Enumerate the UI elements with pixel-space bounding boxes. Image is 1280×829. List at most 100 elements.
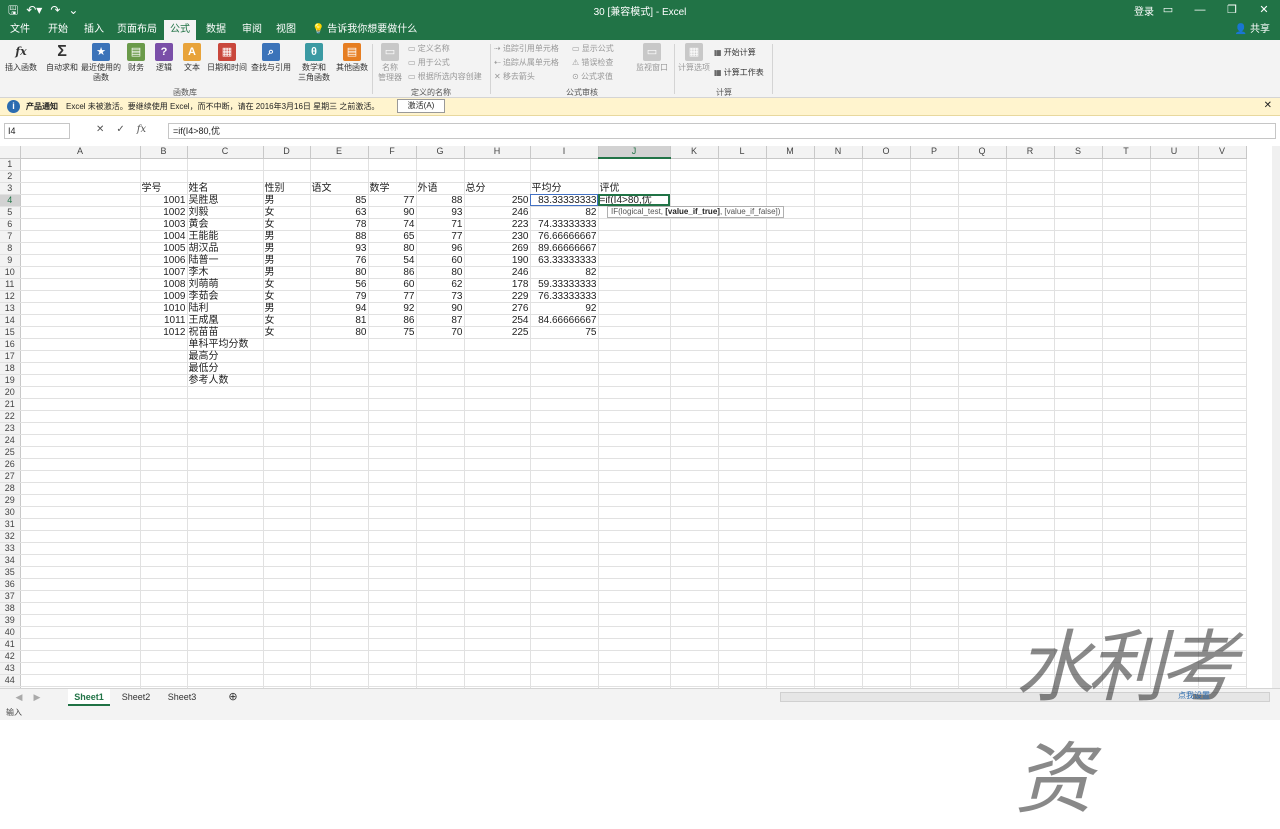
cell-V3[interactable]: [1198, 182, 1247, 195]
cell-R33[interactable]: [1006, 542, 1055, 555]
cell-V9[interactable]: [1198, 254, 1247, 267]
cell-H11[interactable]: 178: [464, 278, 531, 291]
cell-C42[interactable]: [187, 650, 264, 663]
tab-data[interactable]: 数据: [202, 20, 230, 40]
define-name-button[interactable]: ▭ 定义名称: [408, 44, 450, 54]
cell-G17[interactable]: [416, 350, 465, 363]
cell-O43[interactable]: [862, 662, 911, 675]
cell-U6[interactable]: [1150, 218, 1199, 231]
cell-T4[interactable]: [1102, 194, 1151, 207]
cell-L1[interactable]: [718, 158, 767, 171]
cell-O42[interactable]: [862, 650, 911, 663]
row-header[interactable]: 38: [0, 602, 21, 615]
cell-L21[interactable]: [718, 398, 767, 411]
tab-home[interactable]: 开始: [44, 20, 72, 40]
cell-V18[interactable]: [1198, 362, 1247, 375]
cell-D36[interactable]: [263, 578, 311, 591]
cell-I35[interactable]: [530, 566, 599, 579]
cell-U28[interactable]: [1150, 482, 1199, 495]
cell-V11[interactable]: [1198, 278, 1247, 291]
row-header[interactable]: 9: [0, 254, 21, 267]
cell-O14[interactable]: [862, 314, 911, 327]
cell-J22[interactable]: [598, 410, 671, 423]
cell-H25[interactable]: [464, 446, 531, 459]
cell-U23[interactable]: [1150, 422, 1199, 435]
cell-L20[interactable]: [718, 386, 767, 399]
cell-G21[interactable]: [416, 398, 465, 411]
cell-I30[interactable]: [530, 506, 599, 519]
cell-D13[interactable]: 男: [263, 302, 311, 315]
cell-T14[interactable]: [1102, 314, 1151, 327]
cell-Q24[interactable]: [958, 434, 1007, 447]
column-header[interactable]: G: [416, 146, 465, 159]
cell-C36[interactable]: [187, 578, 264, 591]
cell-U25[interactable]: [1150, 446, 1199, 459]
cell-J18[interactable]: [598, 362, 671, 375]
cell-J1[interactable]: [598, 158, 671, 171]
cell-S15[interactable]: [1054, 326, 1103, 339]
cell-H23[interactable]: [464, 422, 531, 435]
cell-D40[interactable]: [263, 626, 311, 639]
cell-J17[interactable]: [598, 350, 671, 363]
add-sheet-icon[interactable]: ⊕: [224, 689, 242, 706]
cell-G12[interactable]: 73: [416, 290, 465, 303]
cell-M38[interactable]: [766, 602, 815, 615]
cell-Q22[interactable]: [958, 410, 1007, 423]
cell-K2[interactable]: [670, 170, 719, 183]
cell-C32[interactable]: [187, 530, 264, 543]
cell-B10[interactable]: 1007: [140, 266, 188, 279]
cell-Q5[interactable]: [958, 206, 1007, 219]
cell-C24[interactable]: [187, 434, 264, 447]
row-header[interactable]: 3: [0, 182, 21, 195]
cell-H32[interactable]: [464, 530, 531, 543]
cell-Q44[interactable]: [958, 674, 1007, 687]
cell-T10[interactable]: [1102, 266, 1151, 279]
cell-P7[interactable]: [910, 230, 959, 243]
cell-L17[interactable]: [718, 350, 767, 363]
cell-V30[interactable]: [1198, 506, 1247, 519]
cell-K27[interactable]: [670, 470, 719, 483]
cell-E20[interactable]: [310, 386, 369, 399]
cell-F2[interactable]: [368, 170, 417, 183]
cell-K37[interactable]: [670, 590, 719, 603]
close-icon[interactable]: ✕: [1264, 100, 1272, 111]
cell-A12[interactable]: [20, 290, 141, 303]
cell-U1[interactable]: [1150, 158, 1199, 171]
cell-E34[interactable]: [310, 554, 369, 567]
cell-K4[interactable]: [670, 194, 719, 207]
cell-V27[interactable]: [1198, 470, 1247, 483]
cell-K19[interactable]: [670, 374, 719, 387]
cell-C6[interactable]: 黄会: [187, 218, 264, 231]
cell-C37[interactable]: [187, 590, 264, 603]
cell-P30[interactable]: [910, 506, 959, 519]
cell-C40[interactable]: [187, 626, 264, 639]
cell-S22[interactable]: [1054, 410, 1103, 423]
row-header[interactable]: 42: [0, 650, 21, 663]
cell-Q27[interactable]: [958, 470, 1007, 483]
cell-Q12[interactable]: [958, 290, 1007, 303]
cell-B16[interactable]: [140, 338, 188, 351]
cell-R27[interactable]: [1006, 470, 1055, 483]
cell-M26[interactable]: [766, 458, 815, 471]
calc-options-button[interactable]: ▦ 计算选项: [676, 43, 712, 73]
cell-C43[interactable]: [187, 662, 264, 675]
cell-O41[interactable]: [862, 638, 911, 651]
cell-E6[interactable]: 78: [310, 218, 369, 231]
cell-I37[interactable]: [530, 590, 599, 603]
cell-P11[interactable]: [910, 278, 959, 291]
cell-R15[interactable]: [1006, 326, 1055, 339]
cell-K18[interactable]: [670, 362, 719, 375]
cell-L4[interactable]: [718, 194, 767, 207]
tell-me-box[interactable]: 💡 告诉我你想要做什么: [312, 20, 417, 40]
cell-C29[interactable]: [187, 494, 264, 507]
cell-S11[interactable]: [1054, 278, 1103, 291]
cell-B5[interactable]: 1002: [140, 206, 188, 219]
cell-S8[interactable]: [1054, 242, 1103, 255]
cell-H39[interactable]: [464, 614, 531, 627]
cell-L22[interactable]: [718, 410, 767, 423]
cell-C8[interactable]: 胡汉品: [187, 242, 264, 255]
cell-N35[interactable]: [814, 566, 863, 579]
cell-B12[interactable]: 1009: [140, 290, 188, 303]
cell-I16[interactable]: [530, 338, 599, 351]
cell-I17[interactable]: [530, 350, 599, 363]
